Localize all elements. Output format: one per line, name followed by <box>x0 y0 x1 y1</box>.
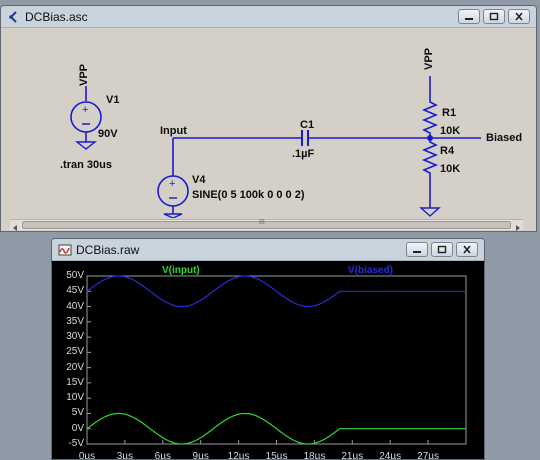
waveform-window[interactable]: DCBias.raw V(input) V(biased) 50V 45V 40V 3… <box>51 238 485 460</box>
schematic-canvas[interactable]: + + VPP V1 90V .tran 30us Input C1 .1µF … <box>10 28 523 218</box>
schematic-minimize-button[interactable] <box>458 9 480 24</box>
scroll-left-button[interactable] <box>10 220 21 231</box>
arrow-left-icon <box>13 225 17 231</box>
waveform-maximize-button[interactable] <box>431 242 453 257</box>
waveform-close-button[interactable] <box>456 242 478 257</box>
scroll-thumb[interactable]: III <box>22 219 511 229</box>
ground-symbol <box>419 207 441 217</box>
r1-name-label: R1 <box>442 107 457 119</box>
v4-value-label: SINE(0 5 100k 0 0 0 2) <box>192 189 305 201</box>
v4-name-label: V4 <box>192 174 206 186</box>
schematic-window-title: DCBias.asc <box>25 10 88 24</box>
minimize-icon <box>465 18 473 20</box>
close-icon <box>515 12 523 21</box>
desktop: DCBias.asc + + VPP V1 90V .tran 30us Inp… <box>0 0 540 460</box>
schematic-titlebar[interactable]: DCBias.asc <box>1 6 536 28</box>
maximize-icon <box>489 12 499 21</box>
input-net-label: Input <box>160 125 187 137</box>
schematic-close-button[interactable] <box>508 9 530 24</box>
c1-value-label: .1µF <box>292 148 315 160</box>
plot-frame <box>86 275 467 445</box>
vpp-net-label: VPP <box>423 47 435 70</box>
waveform-app-icon <box>58 244 72 256</box>
schematic-window[interactable]: DCBias.asc + + VPP V1 90V .tran 30us Inp… <box>0 5 537 232</box>
scroll-right-button[interactable] <box>512 220 523 231</box>
waveform-titlebar[interactable]: DCBias.raw <box>52 239 484 261</box>
v1-net-label: VPP <box>78 63 90 86</box>
schematic-maximize-button[interactable] <box>483 9 505 24</box>
close-icon <box>463 245 471 254</box>
tran-directive[interactable]: .tran 30us <box>60 159 112 171</box>
r4-resistor-symbol[interactable] <box>421 138 439 178</box>
waveform-minimize-button[interactable] <box>406 242 428 257</box>
schematic-app-icon <box>9 11 17 23</box>
v1-value-label: 90V <box>98 128 118 140</box>
svg-text:+: + <box>82 104 88 116</box>
maximize-icon <box>437 245 447 254</box>
plot-area <box>86 275 467 445</box>
v1-name-label: V1 <box>106 94 120 106</box>
r1-resistor-symbol[interactable] <box>421 98 439 138</box>
r1-value-label: 10K <box>440 125 461 137</box>
scroll-thumb-grip: III <box>259 219 265 226</box>
schematic-horizontal-scrollbar[interactable]: III <box>10 219 523 231</box>
c1-name-label: C1 <box>300 119 315 131</box>
series-line-input[interactable] <box>86 412 466 445</box>
r4-value-label: 10K <box>440 163 461 175</box>
arrow-right-icon <box>516 225 520 231</box>
c1-capacitor-symbol[interactable] <box>301 130 309 146</box>
v1-source-symbol[interactable]: + <box>70 86 102 150</box>
biased-net-label: Biased <box>486 132 523 144</box>
v4-source-symbol[interactable]: + <box>157 175 189 218</box>
series-line-biased[interactable] <box>86 275 466 308</box>
waveform-window-title: DCBias.raw <box>76 243 140 257</box>
svg-text:+: + <box>169 178 175 190</box>
r4-name-label: R4 <box>440 145 455 157</box>
waveform-plot[interactable]: V(input) V(biased) 50V 45V 40V 35V 30V 25V 20V… <box>52 261 484 459</box>
minimize-icon <box>413 251 421 253</box>
